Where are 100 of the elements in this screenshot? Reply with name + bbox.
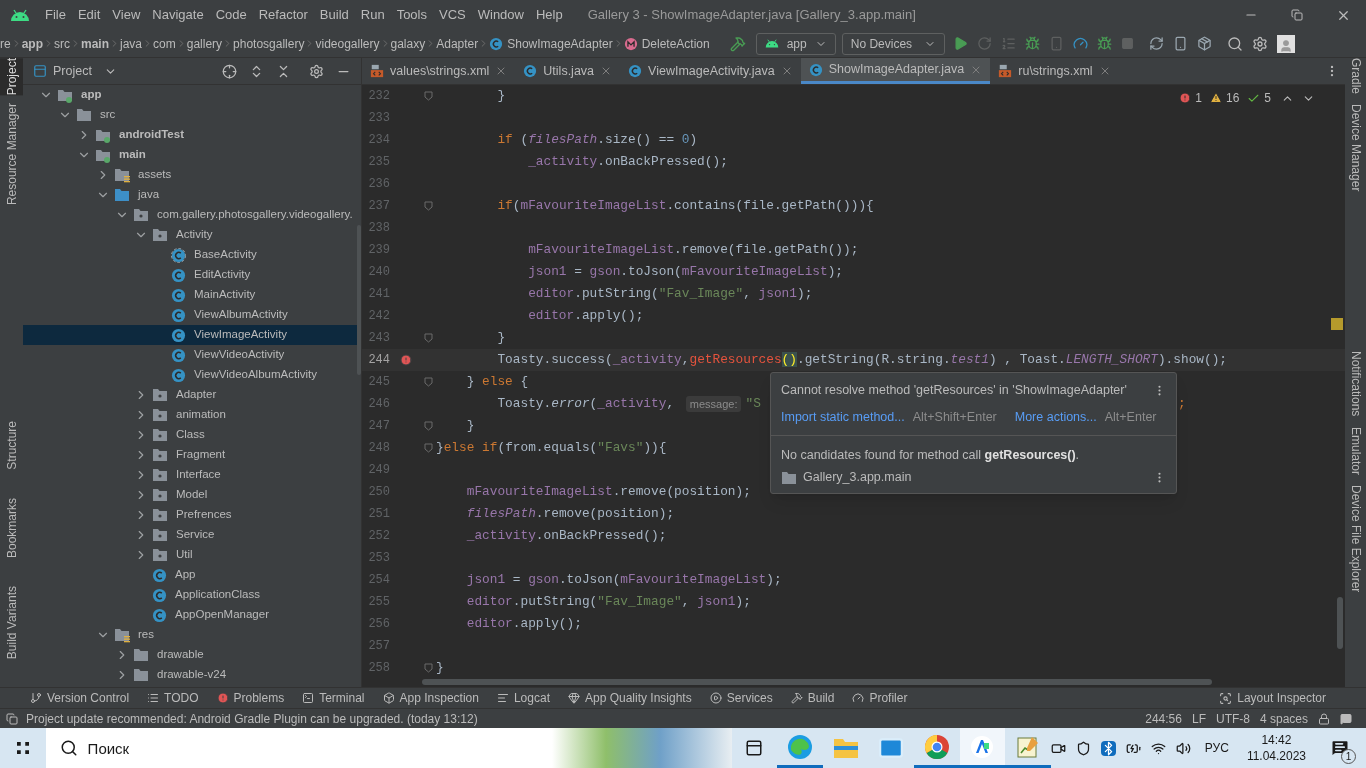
action-link[interactable]: Import static method... <box>781 407 905 427</box>
action-link[interactable]: More actions... <box>1014 407 1097 427</box>
tool-window-tab[interactable]: Gradle <box>1345 58 1366 95</box>
tree-item[interactable]: Interface <box>23 465 361 485</box>
tree-item[interactable]: animation <box>23 405 361 425</box>
taskbar-app-button[interactable] <box>959 728 1006 768</box>
tree-item[interactable]: AppOpenManager <box>23 605 361 625</box>
warning-icon[interactable] <box>1209 92 1222 104</box>
tool-window-button[interactable]: Logcat <box>496 689 550 707</box>
notification-center-icon[interactable] <box>1330 738 1351 758</box>
tree-item[interactable]: ViewAlbumActivity <box>23 305 361 325</box>
tree-item[interactable]: MainActivity <box>23 285 361 305</box>
editor-tab[interactable]: values\strings.xml <box>362 58 516 84</box>
tree-item[interactable]: Class <box>23 425 361 445</box>
security-shield-icon[interactable] <box>1075 740 1091 756</box>
run-configuration-dropdown[interactable]: app <box>755 32 836 55</box>
breadcrumb[interactable]: DeleteAction <box>623 34 710 53</box>
breadcrumb[interactable]: com <box>153 34 176 53</box>
tree-item[interactable]: Service <box>23 525 361 545</box>
bug-arrow-icon[interactable] <box>1097 36 1113 51</box>
panel-title[interactable]: Project <box>53 61 92 81</box>
tool-window-button[interactable]: Problems <box>216 689 285 707</box>
tool-window-tab[interactable]: Device Manager <box>1345 104 1366 192</box>
search-field[interactable]: Поиск <box>45 728 732 768</box>
tool-window-tab[interactable]: Project <box>0 58 23 96</box>
breadcrumb[interactable]: Adapter <box>436 34 479 53</box>
menu-item[interactable]: Build <box>314 5 354 25</box>
file-encoding[interactable]: UTF-8 <box>1215 709 1250 728</box>
menu-item[interactable]: VCS <box>434 5 471 25</box>
toggle-panels-icon[interactable] <box>6 712 18 725</box>
caret-position[interactable]: 244:56 <box>1145 709 1182 728</box>
tree-item[interactable]: EditActivity <box>23 265 361 285</box>
tool-window-button[interactable]: Build <box>790 689 835 707</box>
device-manager-icon[interactable] <box>1173 36 1189 51</box>
tool-window-tab[interactable]: Build Variants <box>0 585 23 659</box>
tree-item[interactable]: androidTest <box>23 125 361 145</box>
breadcrumb[interactable]: gallery <box>186 34 223 53</box>
search-input[interactable]: Поиск <box>87 734 288 762</box>
indent-setting[interactable]: 4 spaces <box>1259 709 1308 728</box>
tool-window-tab[interactable]: Notifications <box>1345 351 1366 417</box>
tool-window-button[interactable]: Profiler <box>852 689 908 707</box>
horizontal-scrollbar-thumb[interactable] <box>422 679 1212 685</box>
tree-item[interactable]: app <box>23 85 361 105</box>
fold-marker-icon[interactable] <box>423 443 433 453</box>
menu-item[interactable]: View <box>107 5 146 25</box>
tool-window-tab[interactable]: Structure <box>0 421 23 470</box>
menu-item[interactable]: Window <box>472 5 529 25</box>
error-icon[interactable] <box>400 354 412 366</box>
menu-item[interactable]: Run <box>355 5 390 25</box>
tool-window-button[interactable]: Services <box>709 689 773 707</box>
search-icon[interactable] <box>1227 35 1244 52</box>
menu-item[interactable]: Code <box>210 5 252 25</box>
tree-item[interactable]: Adapter <box>23 385 361 405</box>
tree-item[interactable]: Util <box>23 545 361 565</box>
debug-icon[interactable] <box>1025 36 1041 51</box>
tree-item[interactable]: assets <box>23 165 361 185</box>
tool-window-button[interactable]: App Quality Insights <box>567 689 692 707</box>
editor-tab[interactable]: Utils.java <box>515 58 621 84</box>
menu-item[interactable]: Refactor <box>253 5 313 25</box>
tool-window-button[interactable]: Version Control <box>30 689 130 707</box>
breadcrumb[interactable]: main <box>81 34 110 53</box>
tree-item[interactable]: Fragment <box>23 445 361 465</box>
hammer-icon[interactable] <box>729 35 746 52</box>
fold-marker-icon[interactable] <box>423 663 433 673</box>
avatar[interactable] <box>1277 34 1296 53</box>
profiler-icon[interactable] <box>1073 36 1089 51</box>
menu-item[interactable]: Tools <box>391 5 432 25</box>
wifi-icon[interactable] <box>1150 740 1166 756</box>
settings-icon[interactable] <box>1252 35 1269 52</box>
fold-marker-icon[interactable] <box>423 421 433 431</box>
lock-icon[interactable] <box>1318 712 1330 725</box>
tool-window-tab[interactable]: Device File Explorer <box>1345 484 1366 593</box>
menu-item[interactable]: Navigate <box>147 5 209 25</box>
menu-item[interactable]: Help <box>530 5 568 25</box>
tree-item[interactable]: src <box>23 105 361 125</box>
fold-marker-icon[interactable] <box>423 377 433 387</box>
run-icon[interactable] <box>953 36 969 51</box>
tree-item[interactable]: java <box>23 185 361 205</box>
tree-item[interactable]: App <box>23 565 361 585</box>
breadcrumb[interactable]: ShowImageAdapter <box>489 34 613 53</box>
tree-item[interactable]: BaseActivity <box>23 245 361 265</box>
language-indicator[interactable]: РУС <box>1204 739 1229 757</box>
status-message[interactable]: Project update recommended: Android Gradle Plugin can be upgraded. (today 13:12) <box>26 709 478 728</box>
breadcrumb[interactable]: videogallery <box>315 34 380 53</box>
tree-item[interactable]: Activity <box>23 225 361 245</box>
tree-item[interactable]: Model <box>23 485 361 505</box>
breadcrumb[interactable]: app <box>21 34 43 53</box>
tree-item[interactable]: drawable-v24 <box>23 665 361 685</box>
tool-window-button[interactable]: Layout Inspector <box>1219 689 1336 707</box>
breadcrumb[interactable]: re <box>0 34 11 53</box>
tool-window-button[interactable]: TODO <box>147 689 199 707</box>
breadcrumb[interactable]: photosgallery <box>233 34 305 53</box>
tree-item[interactable]: res <box>23 625 361 645</box>
fold-marker-icon[interactable] <box>423 91 433 101</box>
tree-item[interactable]: ViewVideoActivity <box>23 345 361 365</box>
sync-icon[interactable] <box>1149 36 1165 51</box>
tree-item[interactable]: Prefrences <box>23 505 361 525</box>
tool-window-button[interactable]: App Inspection <box>382 689 479 707</box>
locate-icon[interactable] <box>222 63 237 79</box>
tool-window-tab[interactable]: Resource Manager <box>0 103 23 206</box>
